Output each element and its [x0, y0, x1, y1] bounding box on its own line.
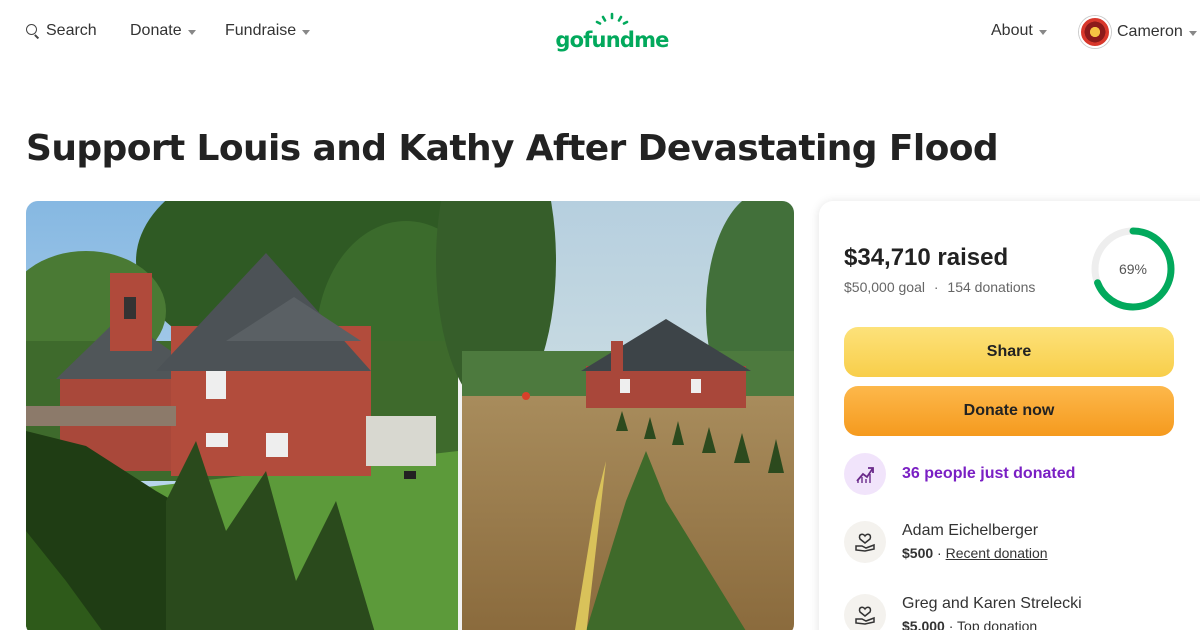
- goal-and-donations: $50,000 goal · 154 donations: [844, 279, 1035, 295]
- logo-sun-icon: [595, 12, 629, 25]
- donor-meta: $500 · Recent donation: [902, 545, 1048, 561]
- donate-menu-label: Donate: [130, 22, 182, 39]
- donation-count: 154 donations: [947, 279, 1036, 295]
- donor-name: Adam Eichelberger: [902, 522, 1039, 539]
- chevron-down-icon: [1188, 30, 1197, 36]
- chevron-down-icon: [302, 29, 311, 35]
- donor-amount: $5,000: [902, 618, 945, 630]
- user-menu[interactable]: Cameron: [1079, 16, 1197, 48]
- search-icon: [26, 24, 40, 38]
- donor-tag[interactable]: Top donation: [957, 618, 1037, 630]
- share-button[interactable]: Share: [844, 327, 1174, 377]
- search-label: Search: [46, 22, 97, 39]
- donor-amount: $500: [902, 545, 934, 561]
- recent-donations-banner[interactable]: 36 people just donated: [844, 453, 1075, 495]
- donate-now-button[interactable]: Donate now: [844, 386, 1174, 436]
- chevron-down-icon: [1038, 29, 1047, 35]
- amount-raised: $34,710 raised: [844, 244, 1009, 271]
- top-navigation: Search Donate Fundraise gofundme About C…: [0, 0, 1200, 66]
- donor-name: Greg and Karen Strelecki: [902, 595, 1082, 612]
- meta-separator: ·: [933, 279, 939, 295]
- user-name: Cameron: [1117, 23, 1183, 40]
- trending-up-icon: [844, 453, 886, 495]
- fundraise-menu[interactable]: Fundraise: [225, 22, 311, 40]
- house-flooded-photo: [436, 201, 794, 630]
- donate-menu[interactable]: Donate: [130, 22, 196, 40]
- search-link[interactable]: Search: [26, 22, 97, 40]
- fundraise-menu-label: Fundraise: [225, 22, 297, 39]
- logo-wordmark: gofundme: [555, 28, 669, 52]
- progress-percent: 69%: [1118, 261, 1148, 277]
- goal-amount: $50,000 goal: [844, 279, 925, 295]
- donor-item: Adam Eichelberger $500 · Recent donation: [844, 521, 1048, 563]
- donor-tag[interactable]: Recent donation: [946, 545, 1048, 561]
- heart-hand-icon: [844, 521, 886, 563]
- about-menu-label: About: [991, 22, 1033, 39]
- donor-separator: ·: [948, 618, 954, 630]
- donor-separator: ·: [937, 545, 942, 561]
- chevron-down-icon: [187, 29, 196, 35]
- campaign-hero-image[interactable]: [26, 201, 794, 630]
- avatar: [1079, 16, 1111, 48]
- donation-sidebar-card: $34,710 raised $50,000 goal · 154 donati…: [819, 201, 1200, 630]
- heart-hand-icon: [844, 594, 886, 630]
- about-menu[interactable]: About: [991, 22, 1047, 40]
- donor-item: Greg and Karen Strelecki $5,000 · Top do…: [844, 594, 1082, 630]
- donor-meta: $5,000 · Top donation: [902, 618, 1082, 630]
- house-before-photo: [26, 201, 496, 630]
- gofundme-logo[interactable]: gofundme: [552, 12, 672, 54]
- recent-donations-text: 36 people just donated: [902, 465, 1076, 482]
- page-title: Support Louis and Kathy After Devastatin…: [26, 128, 999, 169]
